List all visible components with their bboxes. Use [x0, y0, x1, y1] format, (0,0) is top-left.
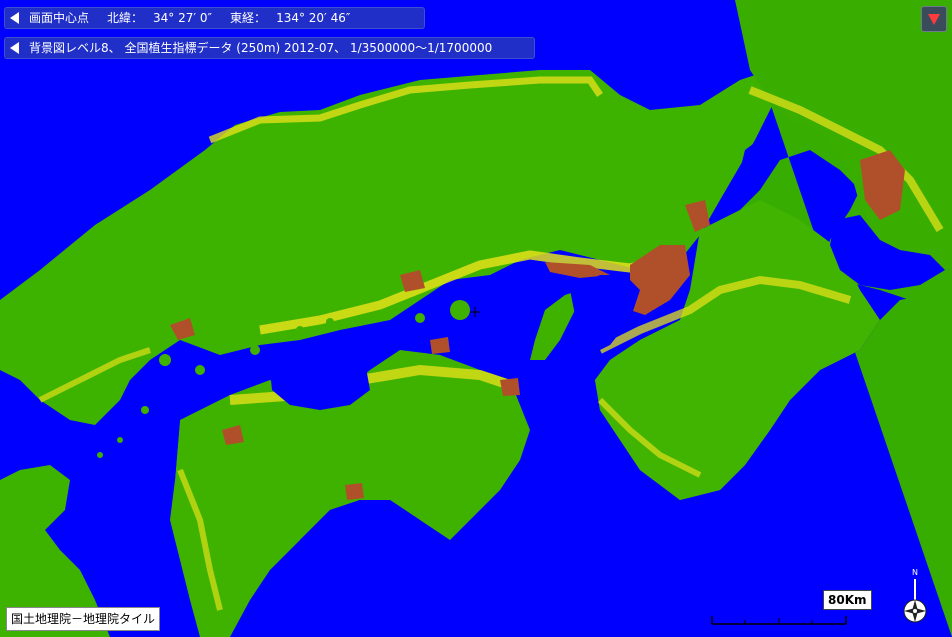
vegetation-index-map[interactable]	[0, 0, 952, 637]
urban-takamatsu	[430, 337, 450, 354]
scale-label: 80Km	[823, 590, 872, 610]
layer-info-bar: 背景図レベル8、 全国植生指標データ (250m) 2012-07、 1/350…	[4, 37, 535, 59]
scale-bar	[711, 616, 847, 625]
urban-tokushima	[500, 378, 520, 396]
attribution-label[interactable]: 国土地理院－地理院タイル	[6, 607, 161, 631]
longitude-label: 東経：	[230, 11, 267, 25]
north-arrow-icon	[928, 13, 940, 25]
latitude-value: 34° 27′ 0″	[153, 11, 213, 25]
kii-channel	[520, 360, 600, 440]
north-up-button[interactable]	[921, 6, 947, 32]
latitude-label: 北緯：	[107, 11, 144, 25]
compass-north-letter: N	[912, 568, 918, 577]
center-label: 画面中心点	[29, 11, 90, 25]
layer-info-text: 背景図レベル8、 全国植生指標データ (250m) 2012-07、 1/350…	[29, 41, 493, 55]
longitude-value: 134° 20′ 46″	[276, 11, 351, 25]
compass-rose-icon: N	[903, 568, 927, 623]
collapse-arrow-icon[interactable]	[10, 42, 19, 54]
collapse-arrow-icon[interactable]	[10, 12, 19, 24]
center-point-bar: 画面中心点 北緯： 34° 27′ 0″ 東経： 134° 20′ 46″	[4, 7, 425, 29]
urban-kochi	[345, 483, 364, 500]
